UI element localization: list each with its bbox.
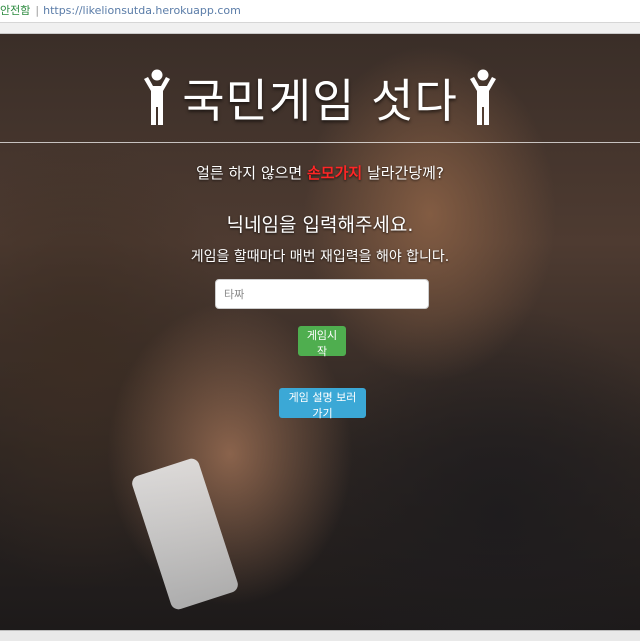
url-text[interactable]: https://likelionsutda.herokuapp.com (43, 4, 241, 17)
person-icon (469, 69, 496, 125)
intro-suffix: 날라간당께? (362, 164, 444, 182)
security-label: 안전함 (0, 4, 31, 17)
intro-emphasis: 손모가지 (306, 164, 363, 182)
browser-toolbar-gap (0, 23, 640, 34)
title-divider (0, 142, 640, 143)
address-separator: | (35, 4, 40, 17)
title-row: 국민게임 섯다 (0, 58, 640, 138)
intro-text: 얼른 하지 않으면 손모가지 날라간당께? (0, 162, 640, 183)
background-sleeve-shape (130, 456, 240, 612)
browser-address-bar[interactable]: 안전함 | https://likelionsutda.herokuapp.com (0, 0, 640, 23)
nickname-input[interactable] (215, 279, 429, 309)
intro-prefix: 얼른 하지 않으면 (196, 164, 307, 182)
page-title: 국민게임 섯다 (182, 74, 458, 128)
bottom-strip (0, 630, 640, 641)
start-game-button[interactable]: 게임시작 (298, 326, 346, 358)
person-icon (144, 69, 171, 125)
nickname-heading: 닉네임을 입력해주세요. (226, 214, 414, 236)
game-rules-button[interactable]: 게임 설명 보러가기 (279, 388, 366, 420)
nickname-note: 게임을 할때마다 매번 재입력을 해야 합니다. (190, 249, 450, 265)
hero-background: 국민게임 섯다 얼른 하지 않으면 손모가지 날라간당께? 닉네임을 입력해주세… (0, 34, 640, 630)
